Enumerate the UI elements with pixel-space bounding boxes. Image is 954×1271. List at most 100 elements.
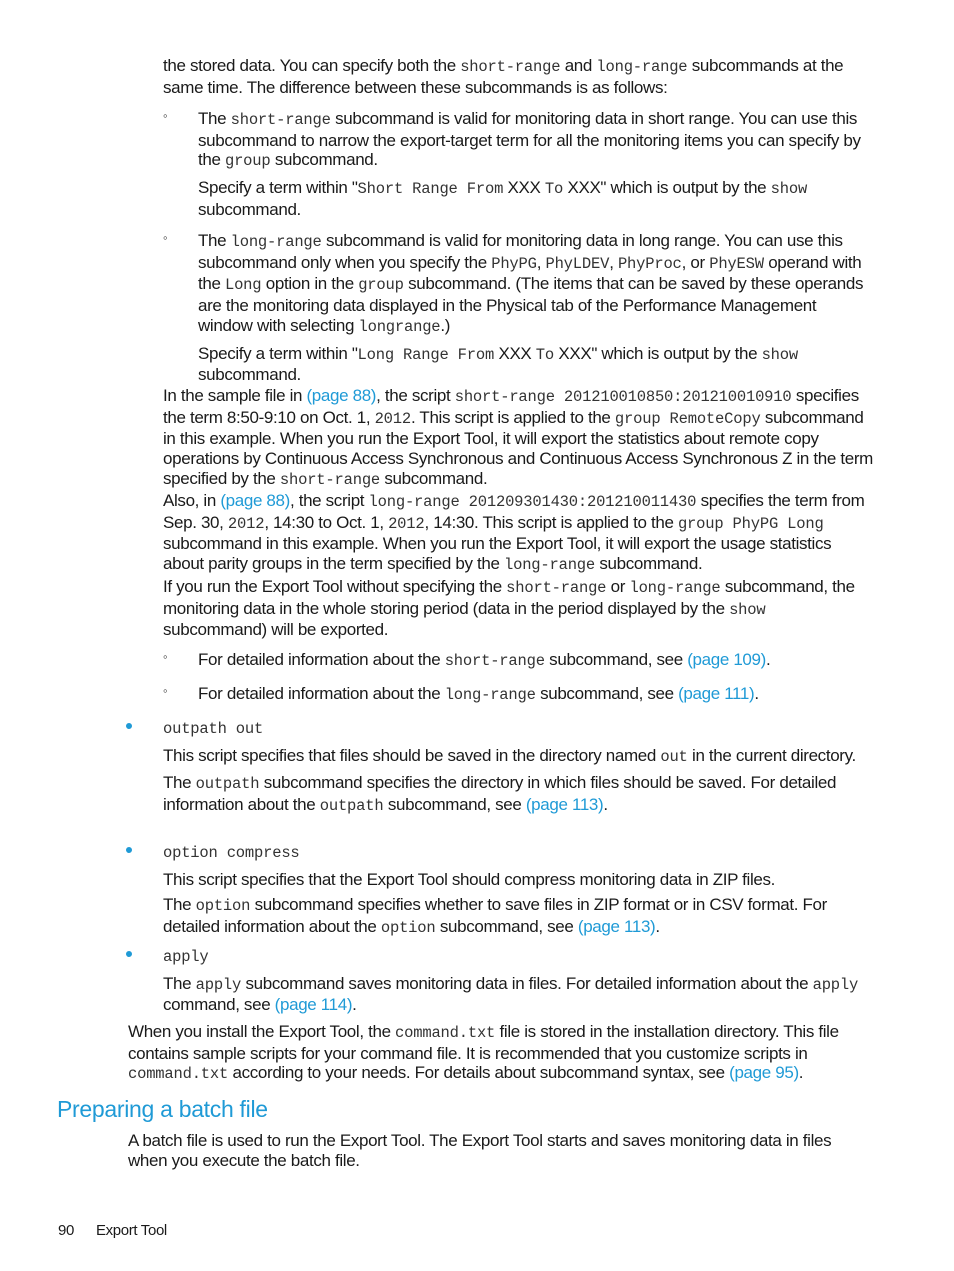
- text: , 14:30. This script is applied to the: [424, 512, 678, 532]
- text: .: [352, 995, 357, 1015]
- hollow-bullet-icon: ◦: [163, 108, 168, 123]
- code: apply: [812, 975, 859, 994]
- code: outpath: [319, 797, 384, 816]
- code: Long: [224, 276, 262, 295]
- code: group: [358, 276, 404, 295]
- code: To: [544, 180, 564, 199]
- code: PhyProc: [617, 254, 682, 273]
- text: This script specifies that files should …: [163, 745, 661, 765]
- text: In the sample file in: [163, 386, 307, 405]
- without-range-paragraph: If you run the Export Tool without speci…: [163, 577, 873, 640]
- ref-long-range-item: ◦ For detailed information about the lon…: [163, 683, 873, 706]
- text: , the script: [376, 386, 455, 405]
- bullet-icon: [126, 847, 132, 853]
- text: .: [765, 650, 771, 669]
- text: If you run the Export Tool without speci…: [163, 577, 507, 596]
- code: PhyLDEV: [545, 254, 610, 273]
- code: group: [224, 152, 271, 171]
- code: group RemoteCopy: [614, 409, 761, 428]
- code: show: [761, 345, 799, 364]
- code: long-range: [230, 233, 322, 251]
- code: short-range: [506, 579, 607, 597]
- hollow-bullet-icon: ◦: [163, 649, 168, 664]
- code: out: [660, 747, 688, 766]
- page-113-link[interactable]: (page 113): [526, 795, 604, 814]
- long-range-description: The long-range subcommand is valid for m…: [198, 231, 873, 338]
- text: subcommand in this example. When you run…: [163, 534, 832, 574]
- text: Also, in: [163, 491, 221, 510]
- text: or: [606, 577, 630, 596]
- text: ,: [609, 252, 618, 272]
- text: The: [198, 231, 231, 250]
- code: outpath: [195, 775, 260, 794]
- section-heading: Preparing a batch file: [57, 1096, 268, 1122]
- text: Specify a term within ": [198, 178, 358, 198]
- page-114-link[interactable]: (page 114): [275, 995, 353, 1014]
- code: 2012: [388, 514, 425, 533]
- code: long-range: [504, 556, 596, 575]
- text: A batch file is used to run the Export T…: [128, 1131, 832, 1170]
- text: The: [163, 895, 196, 915]
- text: subcommand.: [380, 468, 488, 488]
- sample-paragraph: In the sample file in (page 88), the scr…: [163, 386, 873, 491]
- page-88-link[interactable]: (page 88): [307, 386, 377, 405]
- code: short-range: [279, 470, 381, 489]
- code: PhyESW: [709, 254, 764, 273]
- long-range-term-note: Specify a term within "Long Range From X…: [198, 344, 873, 385]
- text: This script specifies that the Export To…: [163, 869, 776, 889]
- code-option-compress: option compress: [163, 844, 300, 862]
- short-range-description: The short-range subcommand is valid for …: [198, 109, 873, 172]
- page-number: 90: [58, 1222, 74, 1239]
- text: subcommand.: [595, 554, 703, 574]
- text: subcommand.: [198, 199, 301, 219]
- text: , the script: [289, 491, 369, 510]
- ref-short-range-item: ◦ For detailed information about the sho…: [163, 649, 873, 672]
- code-long-range: long-range: [596, 58, 688, 76]
- text: For detailed information about the: [198, 684, 445, 703]
- short-range-term-note: Specify a term within "Short Range From …: [198, 178, 873, 219]
- text: subcommand, see: [435, 917, 578, 937]
- text: The: [198, 109, 231, 128]
- page-113-link[interactable]: (page 113): [578, 917, 656, 936]
- text: subcommand, see: [544, 650, 688, 669]
- hollow-bullet-icon: ◦: [163, 230, 168, 245]
- bullet-icon: [126, 951, 132, 957]
- text: subcommand, see: [535, 684, 679, 703]
- text: XXX" which is output by the: [554, 343, 762, 363]
- code: Short Range From: [357, 180, 504, 199]
- code: 2012: [227, 514, 265, 533]
- code: 2012: [374, 409, 412, 428]
- text: according to your needs. For details abo…: [228, 1063, 730, 1083]
- code: To: [535, 345, 554, 364]
- code: short-range 201210010850:201210010910: [454, 388, 792, 406]
- page-95-link[interactable]: (page 95): [729, 1063, 799, 1082]
- text: , or: [681, 252, 710, 272]
- text: and: [560, 56, 597, 75]
- bullet-item-apply: apply The apply subcommand saves monitor…: [126, 946, 874, 1015]
- text: .: [754, 684, 759, 703]
- text: Specify a term within ": [198, 343, 358, 363]
- bullet-item-outpath: outpath out This script specifies that f…: [126, 718, 874, 817]
- code: command.txt: [395, 1024, 496, 1042]
- text: .: [798, 1063, 804, 1083]
- text: subcommand.: [270, 150, 378, 170]
- page-88-link[interactable]: (page 88): [220, 491, 290, 510]
- bullet-icon: [126, 723, 132, 729]
- text: For detailed information about the: [198, 650, 445, 669]
- bullet-item-option: option compress This script specifies th…: [126, 842, 874, 939]
- code: option: [195, 897, 251, 916]
- text: , 14:30 to Oct. 1,: [264, 512, 389, 532]
- also-paragraph: Also, in (page 88), the script long-rang…: [163, 491, 873, 576]
- page-111-link[interactable]: (page 111): [678, 684, 755, 703]
- text: subcommand, see: [383, 795, 526, 815]
- code: command.txt: [128, 1065, 229, 1084]
- text: the stored data. You can specify both th…: [163, 56, 461, 75]
- intro-paragraph: the stored data. You can specify both th…: [163, 56, 873, 97]
- page-109-link[interactable]: (page 109): [687, 650, 766, 669]
- code: longrange: [358, 317, 441, 336]
- code: group PhyPG Long: [677, 514, 824, 533]
- hollow-bullet-icon: ◦: [163, 683, 168, 698]
- code: option: [380, 919, 436, 938]
- text: subcommand saves monitoring data in file…: [241, 973, 813, 993]
- text: in the current directory.: [687, 745, 856, 765]
